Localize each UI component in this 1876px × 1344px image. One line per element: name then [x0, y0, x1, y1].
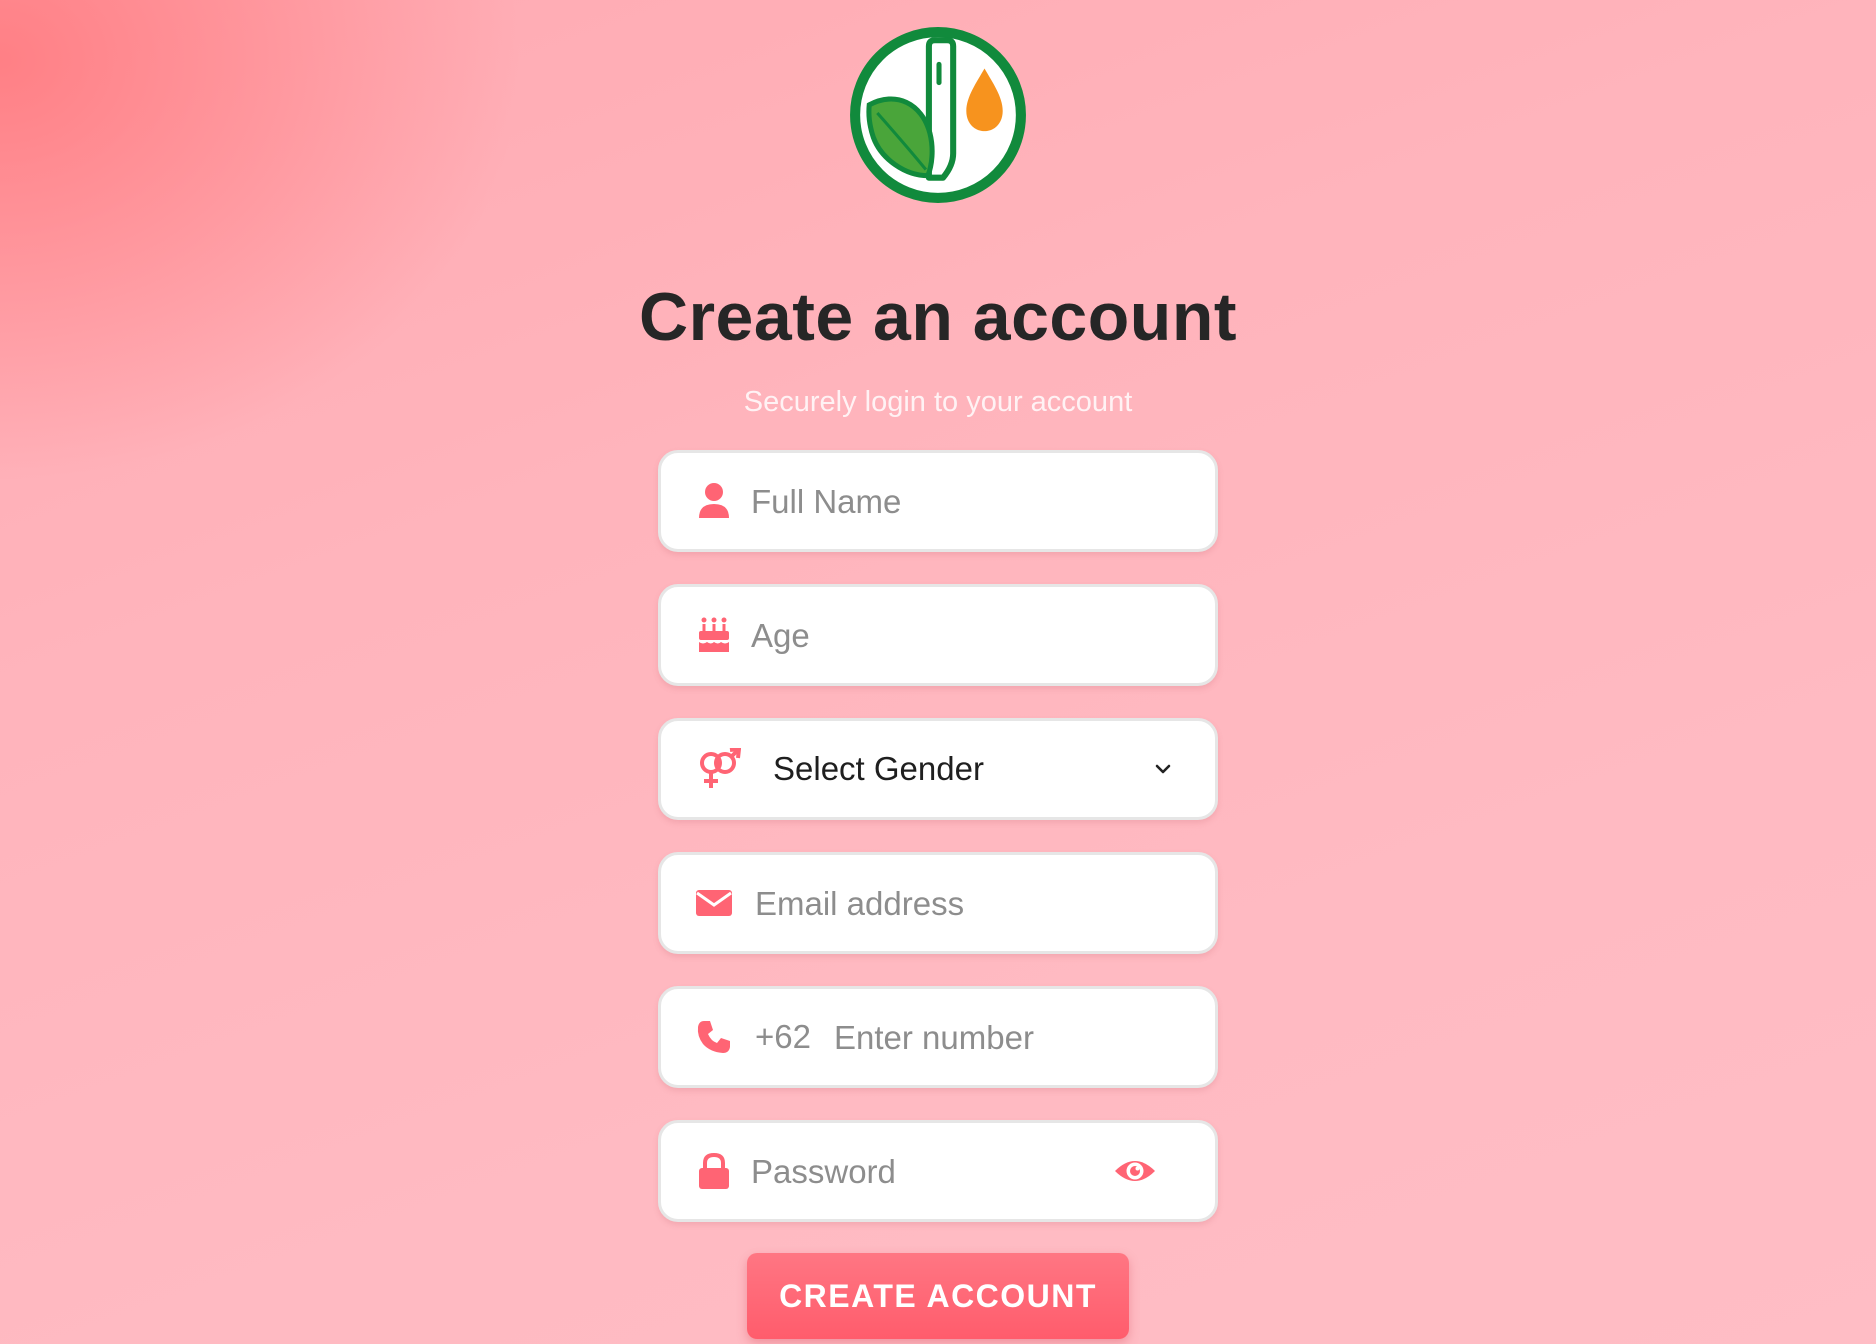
age-field[interactable] [658, 584, 1218, 686]
chevron-down-icon [1155, 764, 1171, 774]
eye-icon[interactable] [1113, 1149, 1157, 1193]
phone-field[interactable]: +62 [658, 986, 1218, 1088]
full-name-field[interactable] [658, 450, 1218, 552]
password-input[interactable] [751, 1143, 1171, 1201]
email-field[interactable] [658, 852, 1218, 954]
birthday-cake-icon [693, 614, 735, 656]
app-logo [850, 27, 1026, 203]
signup-page: Create an account Securely login to your… [0, 0, 1876, 1344]
gender-select[interactable]: Select Gender [658, 718, 1218, 820]
age-input[interactable] [751, 607, 1171, 665]
phone-input[interactable] [834, 1009, 1174, 1067]
user-icon [693, 480, 735, 522]
password-field[interactable] [658, 1120, 1218, 1222]
lock-icon [693, 1150, 735, 1192]
venus-mars-icon [693, 748, 743, 790]
page-title: Create an account [638, 279, 1238, 355]
email-input[interactable] [755, 875, 1175, 933]
full-name-input[interactable] [751, 473, 1171, 531]
envelope-icon [693, 882, 735, 924]
gender-select-value: Select Gender [773, 750, 984, 787]
phone-icon [693, 1016, 735, 1058]
phone-country-code: +62 [755, 1018, 811, 1055]
create-account-button[interactable]: CREATE ACCOUNT [747, 1253, 1129, 1339]
page-subtitle: Securely login to your account [743, 386, 1133, 418]
